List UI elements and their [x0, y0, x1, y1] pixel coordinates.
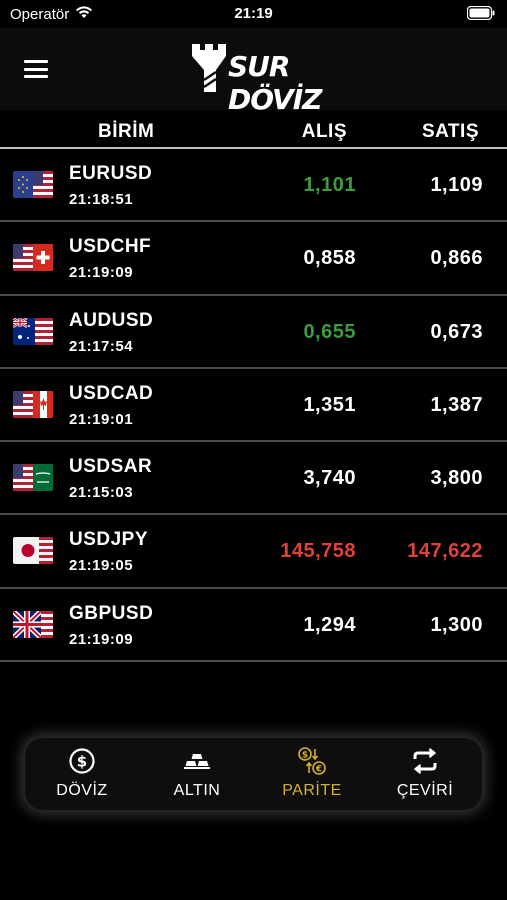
pair-name: AUDUSD	[69, 309, 154, 331]
buy-rate: 145,758	[280, 540, 356, 563]
rate-row-usdcad[interactable]: USDCAD 21:19:01 1,351 1,387	[0, 369, 507, 443]
nav-parite[interactable]: $ € PARİTE	[257, 746, 367, 800]
sell-rate: 147,622	[407, 540, 483, 563]
bottom-nav: $ DÖVİZ ALTIN $ € PARİTE ÇEVİRİ	[25, 738, 482, 810]
nav-label: ALTIN	[173, 782, 221, 799]
ca-flag-icon	[13, 390, 53, 418]
status-bar: Operatör 21:19	[0, 0, 507, 28]
swap-arrows-icon	[370, 746, 480, 776]
menu-bar	[24, 75, 48, 78]
update-time: 21:17:54	[69, 337, 134, 355]
menu-bar	[24, 67, 48, 71]
sell-rate: 0,673	[430, 320, 483, 343]
pair-name: USDJPY	[69, 529, 149, 551]
buy-rate: 1,294	[303, 613, 356, 636]
nav-ceviri[interactable]: ÇEVİRİ	[370, 746, 480, 800]
pair-name: EURUSD	[69, 163, 153, 184]
menu-bar	[24, 60, 48, 63]
gb-flag-icon	[13, 610, 53, 638]
update-time: 21:19:01	[69, 410, 134, 428]
sell-rate: 1,300	[430, 613, 483, 636]
update-time: 21:19:09	[69, 264, 134, 282]
buy-rate: 3,740	[303, 467, 356, 490]
rate-row-usdchf[interactable]: USDCHF 21:19:09 0,858 0,866	[0, 222, 507, 296]
sell-rate: 1,387	[430, 393, 483, 416]
dollar-coin-icon: $	[27, 746, 137, 776]
logo: SUR DÖVİZ	[190, 40, 350, 116]
status-time: 21:19	[234, 5, 273, 22]
ch-flag-icon	[13, 244, 53, 272]
rate-row-usdjpy[interactable]: USDJPY 21:19:05 145,758 147,622	[0, 515, 507, 589]
svg-text:$: $	[302, 751, 308, 761]
currency-exchange-icon: $ €	[257, 746, 367, 776]
rate-row-eurusd[interactable]: EURUSD 21:18:51 1,101 1,109	[0, 149, 507, 223]
nav-label: DÖVİZ	[56, 782, 108, 799]
gold-bars-icon	[142, 746, 252, 776]
nav-doviz[interactable]: $ DÖVİZ	[27, 746, 137, 800]
update-time: 21:18:51	[69, 191, 134, 208]
menu-button[interactable]	[24, 60, 48, 78]
column-header: BİRİM ALIŞ SATIŞ	[0, 110, 507, 148]
pair-name: GBPUSD	[69, 602, 154, 624]
rate-row-gbpusd[interactable]: GBPUSD 21:19:09 1,294 1,300	[0, 589, 507, 663]
nav-label: PARİTE	[282, 782, 342, 799]
buy-rate: 1,351	[303, 393, 356, 416]
logo-text: SUR DÖVİZ	[228, 50, 322, 116]
nav-altin[interactable]: ALTIN	[142, 746, 252, 800]
sa-flag-icon	[13, 464, 53, 492]
rate-row-usdsar[interactable]: USDSAR 21:15:03 3,740 3,800	[0, 442, 507, 516]
pair-name: USDCHF	[69, 236, 152, 258]
svg-text:€: €	[315, 765, 322, 775]
update-time: 21:19:09	[69, 630, 134, 648]
battery-icon	[466, 5, 495, 24]
column-sell: SATIŞ	[421, 121, 479, 142]
sell-rate: 3,800	[430, 467, 483, 490]
column-buy: ALIŞ	[301, 121, 347, 142]
nav-label: ÇEVİRİ	[396, 782, 454, 799]
buy-rate: 0,858	[303, 247, 356, 270]
buy-rate: 1,101	[303, 174, 356, 196]
buy-rate: 0,655	[303, 320, 356, 343]
eu-flag-icon	[13, 171, 53, 198]
update-time: 21:19:05	[69, 557, 134, 575]
rate-list: EURUSD 21:18:51 1,101 1,109 USDCHF 21:19…	[0, 149, 507, 663]
column-unit: BİRİM	[98, 121, 155, 142]
sell-rate: 1,109	[430, 174, 483, 196]
au-flag-icon	[13, 317, 53, 345]
update-time: 21:15:03	[69, 484, 134, 502]
pair-name: USDCAD	[69, 382, 154, 404]
pair-name: USDSAR	[69, 456, 153, 478]
app-header: SUR DÖVİZ	[0, 28, 507, 116]
svg-text:$: $	[77, 753, 87, 771]
sell-rate: 0,866	[430, 247, 483, 270]
rate-row-audusd[interactable]: AUDUSD 21:17:54 0,655 0,673	[0, 296, 507, 369]
jp-flag-icon	[13, 537, 53, 565]
